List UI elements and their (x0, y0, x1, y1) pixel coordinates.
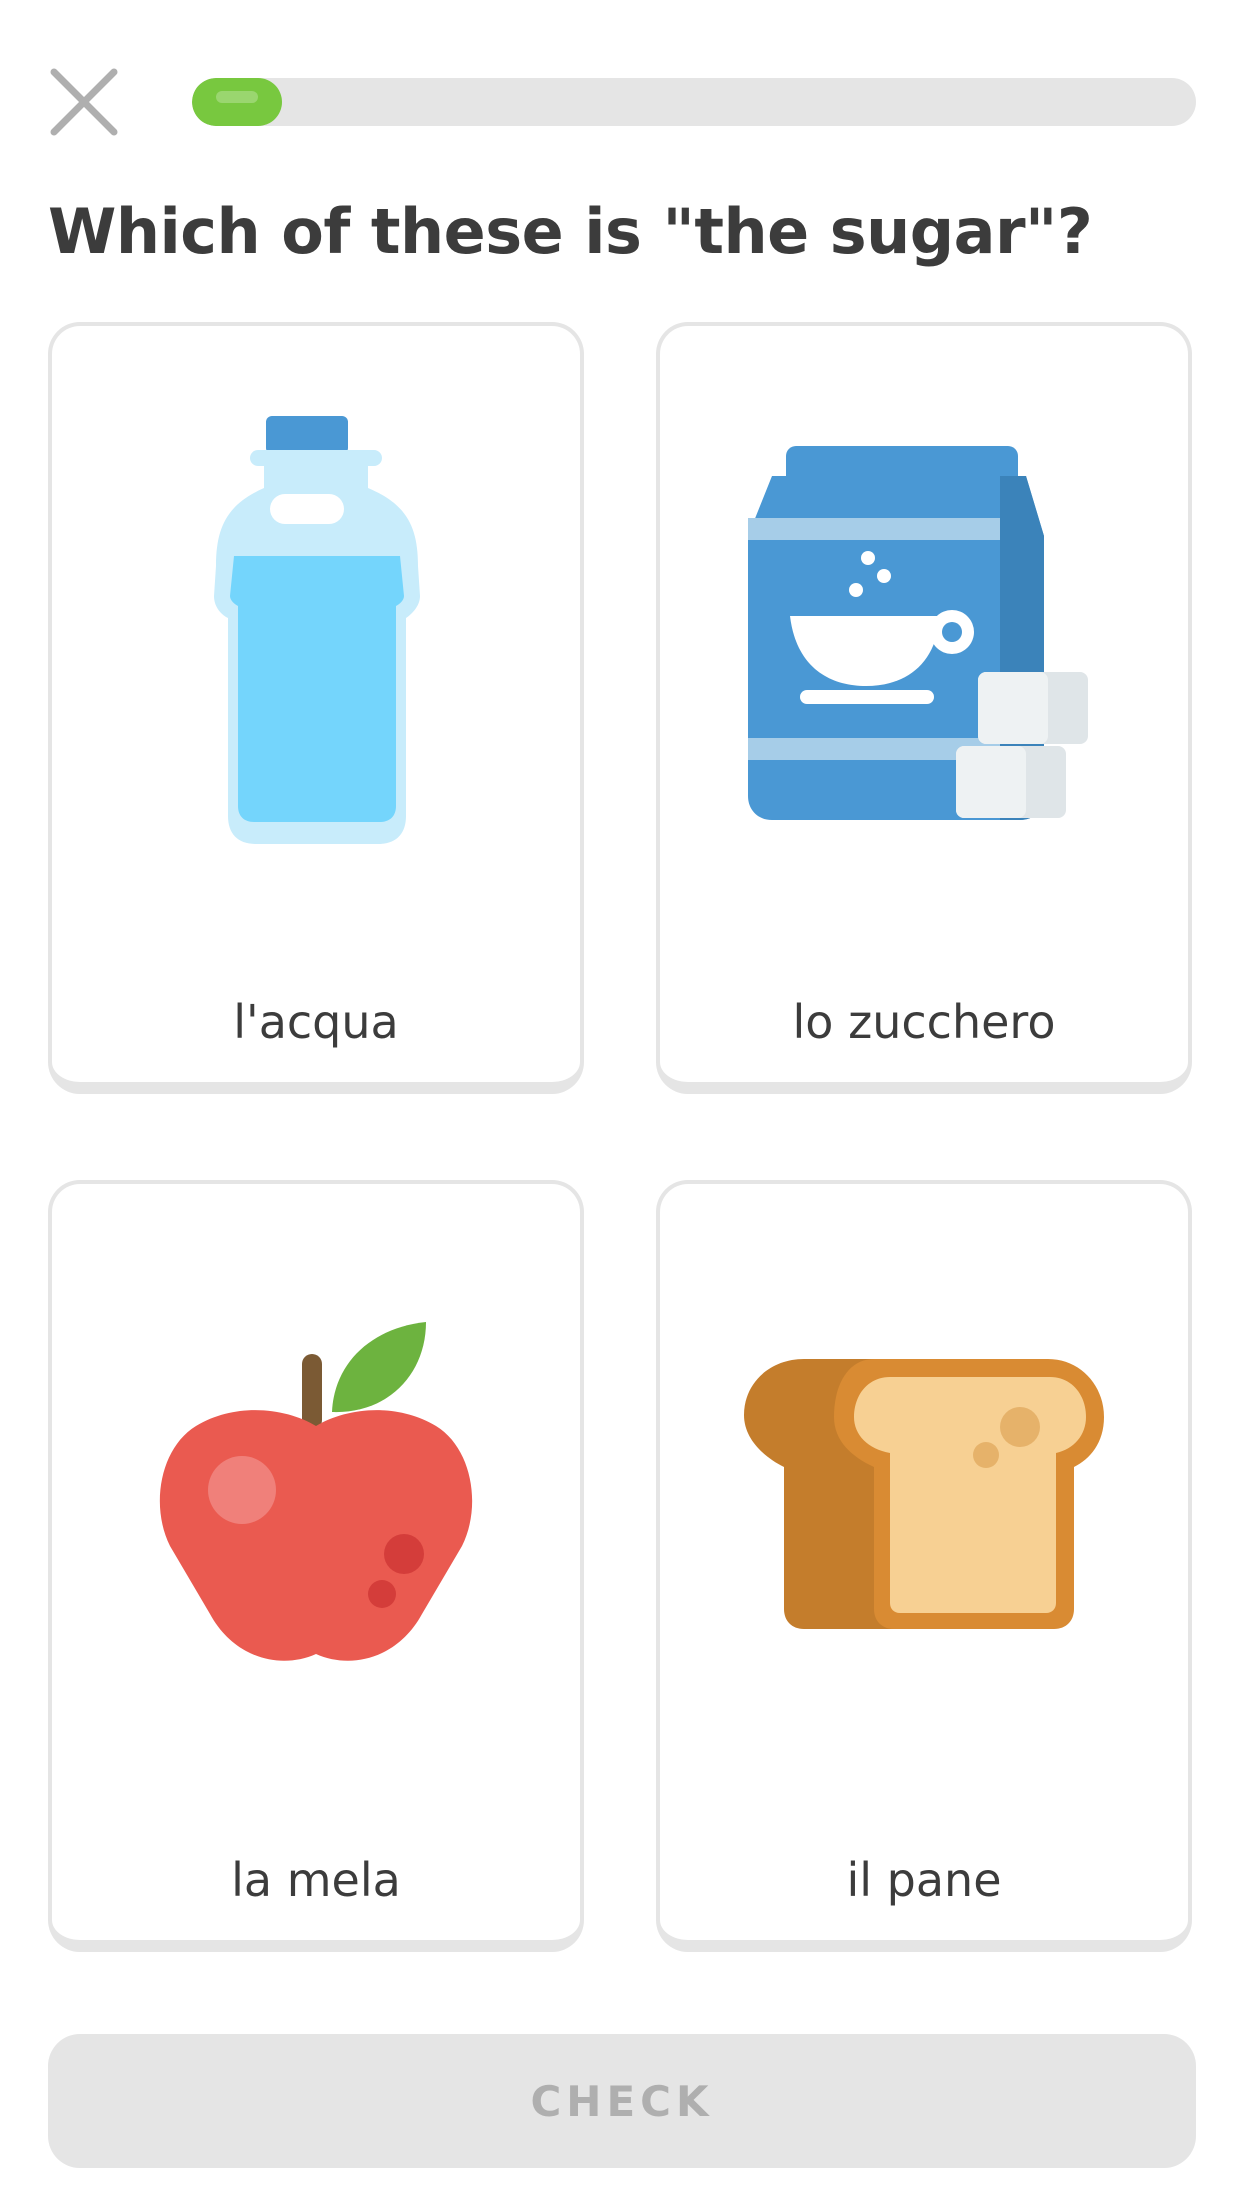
progress-shine (216, 91, 259, 103)
option-card-apple[interactable]: la mela (48, 1180, 584, 1952)
option-label: l'acqua (233, 995, 399, 1049)
sugar-bag-icon (748, 446, 1088, 820)
apple-icon (159, 1322, 473, 1661)
option-label: il pane (846, 1853, 1002, 1907)
option-card-sugar[interactable]: lo zucchero (656, 322, 1192, 1094)
option-label: la mela (231, 1853, 401, 1907)
option-card-water[interactable]: l'acqua (48, 322, 584, 1094)
card-illustration (52, 1184, 580, 1804)
water-bottle-icon (214, 416, 420, 844)
check-button[interactable]: CHECK (48, 2034, 1196, 2168)
card-illustration (52, 326, 580, 946)
card-illustration (660, 326, 1188, 946)
option-card-bread[interactable]: il pane (656, 1180, 1192, 1952)
option-label: lo zucchero (792, 995, 1056, 1049)
question-prompt: Which of these is "the sugar"? (48, 195, 1093, 268)
card-illustration (660, 1184, 1188, 1804)
progress-fill (192, 78, 283, 126)
close-icon (50, 68, 118, 136)
close-button[interactable] (48, 66, 120, 138)
progress-bar (192, 78, 1196, 126)
bread-icon (744, 1359, 1104, 1629)
